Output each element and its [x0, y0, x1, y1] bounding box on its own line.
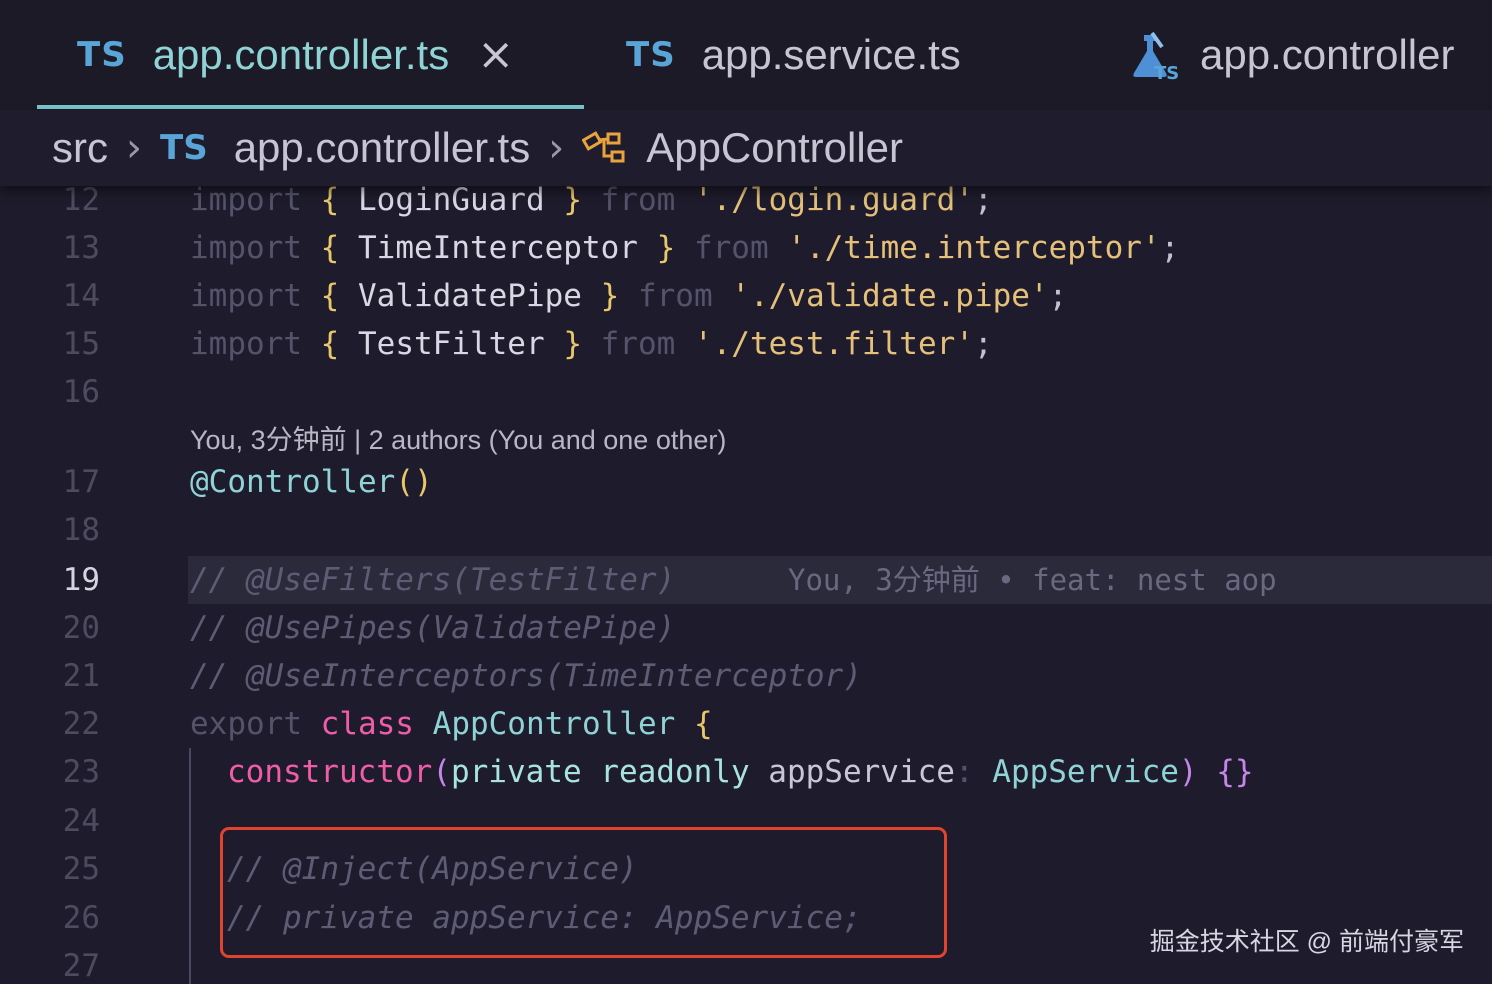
breadcrumb: src › TS app.controller.ts › AppControll…: [0, 110, 1492, 186]
close-icon[interactable]: ×: [477, 33, 514, 77]
code-line: 21 // @UseInterceptors(TimeInterceptor): [0, 652, 1492, 700]
breadcrumb-folder[interactable]: src: [52, 124, 108, 172]
chevron-right-icon: ›: [548, 125, 565, 171]
code-line: 12 import { LoginGuard } from './login.g…: [0, 186, 1492, 224]
code-text: export class AppController {: [190, 706, 713, 742]
typescript-icon: TS: [77, 35, 127, 75]
class-symbol-icon: [581, 126, 632, 170]
code-line: 16: [0, 368, 1492, 416]
tab-bar: TS app.controller.ts × TS app.service.ts…: [0, 0, 1492, 110]
code-line: 22 export class AppController {: [0, 700, 1492, 748]
tab-app-controller-spec[interactable]: TS app.controller: [1126, 0, 1454, 110]
test-flask-ts-icon: TS: [1126, 29, 1179, 84]
line-number: 15: [62, 326, 100, 362]
code-line: 13 import { TimeInterceptor } from './ti…: [0, 224, 1492, 272]
code-editor[interactable]: 12 import { LoginGuard } from './login.g…: [0, 186, 1492, 984]
breadcrumb-file[interactable]: app.controller.ts: [234, 124, 531, 172]
code-text: // @UseInterceptors(TimeInterceptor): [190, 658, 862, 694]
code-text: import { TimeInterceptor } from './time.…: [190, 230, 1180, 266]
line-number: 12: [62, 186, 100, 218]
code-text: @Controller(): [190, 464, 433, 500]
tab-label: app.service.ts: [701, 31, 961, 78]
annotation-highlight-box: [220, 827, 947, 958]
tab-app-controller[interactable]: TS app.controller.ts ×: [77, 0, 514, 110]
line-number: 21: [62, 658, 100, 694]
typescript-icon: TS: [160, 128, 208, 168]
tab-app-service[interactable]: TS app.service.ts: [626, 0, 961, 110]
tab-label: app.controller.ts: [152, 31, 450, 78]
code-line: 20 // @UsePipes(ValidatePipe): [0, 604, 1492, 652]
code-text: import { ValidatePipe } from './validate…: [190, 278, 1068, 314]
line-number: 19: [62, 562, 100, 598]
code-text: import { LoginGuard } from './login.guar…: [190, 186, 993, 218]
inline-blame: You, 3分钟前 • feat: nest aop: [788, 563, 1277, 597]
breadcrumb-symbol[interactable]: AppController: [646, 124, 903, 172]
code-line: 23 constructor(private readonly appServi…: [0, 748, 1492, 796]
typescript-icon: TS: [626, 35, 676, 75]
line-number: 26: [62, 900, 100, 936]
line-number: 14: [62, 278, 100, 314]
git-blame-codelens[interactable]: You, 3分钟前 | 2 authors (You and one other…: [190, 422, 726, 458]
line-number: 17: [62, 464, 100, 500]
line-number: 13: [62, 230, 100, 266]
line-number: 24: [62, 803, 100, 839]
code-text: constructor(private readonly appService:…: [227, 754, 1254, 790]
code-line: 18: [0, 506, 1492, 554]
watermark: 掘金技术社区 @ 前端付豪军: [1149, 928, 1464, 956]
line-number: 23: [62, 754, 100, 790]
line-number: 18: [62, 512, 100, 548]
line-number: 22: [62, 706, 100, 742]
code-text: // @UsePipes(ValidatePipe): [190, 610, 676, 646]
code-line: 15 import { TestFilter } from './test.fi…: [0, 320, 1492, 368]
code-line-current: 19 // @UseFilters(TestFilter) You, 3分钟前 …: [0, 556, 1492, 604]
line-number: 27: [62, 948, 100, 984]
line-number: 25: [62, 851, 100, 887]
chevron-right-icon: ›: [126, 125, 142, 171]
code-text: // @UseFilters(TestFilter): [190, 562, 676, 598]
line-number: 16: [62, 374, 100, 410]
code-text: import { TestFilter } from './test.filte…: [190, 326, 993, 362]
line-number: 20: [62, 610, 100, 646]
svg-text:TS: TS: [1154, 63, 1178, 81]
code-line: 17 @Controller(): [0, 458, 1492, 506]
tab-label: app.controller: [1200, 31, 1455, 78]
code-line: 14 import { ValidatePipe } from './valid…: [0, 272, 1492, 320]
active-tab-indicator: [37, 105, 584, 109]
